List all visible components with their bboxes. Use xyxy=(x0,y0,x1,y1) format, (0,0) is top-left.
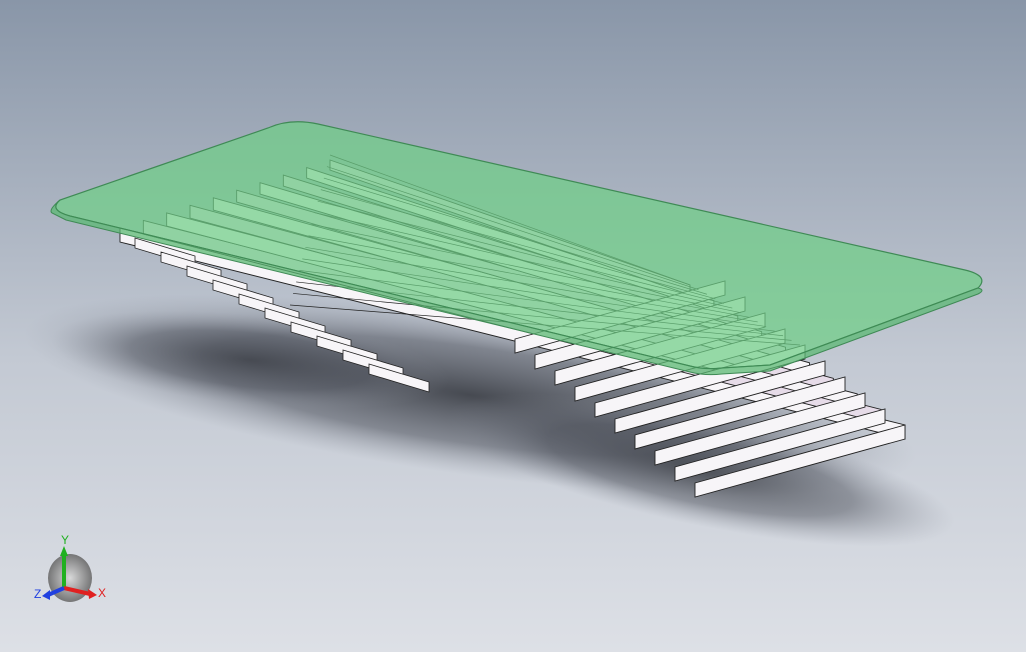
graphics-viewport[interactable]: Y X Z xyxy=(0,0,1026,652)
triad-x-label: X xyxy=(98,586,106,600)
triad-y-label: Y xyxy=(61,533,69,547)
triad-z-label: Z xyxy=(34,587,41,601)
model-canvas[interactable]: Y X Z xyxy=(0,0,1026,652)
